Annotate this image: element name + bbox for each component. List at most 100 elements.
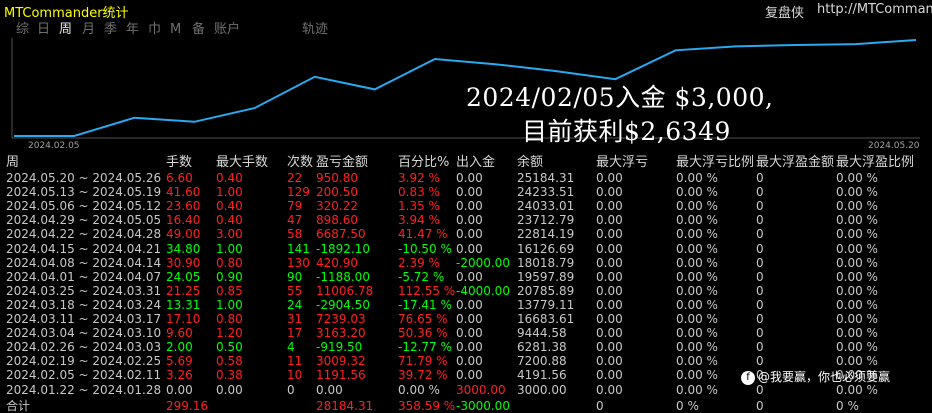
cell-max-float-loss: 0.00	[596, 326, 623, 341]
cell-max-float-profit: 0	[756, 213, 764, 228]
tab-symbol[interactable]: 巾	[148, 22, 161, 38]
cell-max-lots: 0.85	[216, 283, 243, 298]
tab-account[interactable]: 账户	[214, 22, 240, 38]
col-header-count[interactable]: 次数	[287, 155, 313, 171]
equity-line	[14, 39, 917, 137]
totals-row: 合计 299.16 28184.31 358.59 % -3000.00 0 0 % 0 0 %	[0, 399, 932, 413]
cell-max-float-profit-pct: 0.00 %	[836, 312, 878, 326]
cell-max-float-profit-pct: 0.00 %	[836, 269, 878, 284]
cell-count: 129	[287, 185, 310, 200]
cell-max-lots: 0.90	[216, 269, 243, 284]
tab-quarter[interactable]: 季	[104, 22, 117, 38]
cell-pnl: -1188.00	[316, 269, 370, 284]
cell-max-float-loss-pct: 0.00 %	[676, 297, 718, 312]
cell-count: 11	[287, 354, 303, 369]
cell-pnl: 1191.56	[316, 368, 366, 383]
table-row[interactable]: 2024.02.26 ~ 2024.03.03 2.00 0.50 4 -919.50 -…	[0, 340, 932, 354]
cell-max-float-loss-pct: 0.00 %	[676, 312, 718, 326]
cell-pnl: 898.60	[316, 213, 358, 228]
tab-week[interactable]: 周	[59, 22, 72, 38]
cell-balance: 7200.88	[517, 354, 567, 369]
cell-max-float-loss-pct: 0.00 %	[676, 241, 718, 256]
cell-balance: 20785.89	[517, 283, 575, 298]
cell-max-lots: 3.00	[216, 227, 243, 242]
cell-count: 22	[287, 171, 303, 185]
tab-year[interactable]: 年	[126, 22, 139, 38]
cell-flow: 0.00	[456, 185, 483, 200]
cell-balance: 3000.00	[517, 382, 567, 397]
col-header-max-float-loss-pct[interactable]: 最大浮亏比例	[676, 155, 754, 171]
cell-max-float-loss-pct: 0.00 %	[676, 283, 718, 298]
col-header-flow[interactable]: 出入金	[456, 155, 495, 171]
col-header-pnl[interactable]: 盈亏金额	[316, 155, 368, 171]
site-url-link[interactable]: http://MTCommands	[817, 2, 932, 17]
tab-day[interactable]: 日	[37, 22, 50, 38]
table-row[interactable]: 2024.04.22 ~ 2024.04.28 49.00 3.00 58 6687.5…	[0, 227, 932, 241]
cell-max-float-loss: 0.00	[596, 368, 623, 383]
cell-max-float-loss: 0.00	[596, 171, 623, 185]
cell-count: 130	[287, 255, 310, 270]
col-header-max-float-profit[interactable]: 最大浮盈金额	[756, 155, 834, 171]
table-row[interactable]: 2024.05.13 ~ 2024.05.19 41.60 1.00 129 200.5…	[0, 185, 932, 199]
cell-max-float-profit-pct: 0.00 %	[836, 354, 878, 369]
total-pct: 358.59 %	[398, 398, 456, 413]
cell-max-float-profit-pct: 0.00 %	[836, 185, 878, 200]
cell-count: 47	[287, 213, 303, 228]
cell-pnl: 3009.32	[316, 354, 366, 369]
cell-max-float-loss-pct: 0.00 %	[676, 227, 718, 242]
table-row[interactable]: 2024.05.06 ~ 2024.05.12 23.60 0.40 79 320.22…	[0, 199, 932, 213]
table-row[interactable]: 2024.04.01 ~ 2024.04.07 24.05 0.90 90 -1188.…	[0, 270, 932, 284]
cell-max-float-loss-pct: 0.00 %	[676, 199, 718, 214]
col-header-lots[interactable]: 手数	[166, 155, 192, 171]
col-header-week[interactable]: 周	[6, 155, 19, 171]
cell-flow: 0.00	[456, 312, 483, 326]
col-header-pct[interactable]: 百分比%	[398, 155, 449, 171]
cell-lots: 16.40	[166, 213, 201, 228]
cell-pnl: 320.22	[316, 199, 358, 214]
overlay-deposit-note: 2024/02/05入金 $3,000,	[466, 83, 774, 112]
x-tick-label-start: 2024.02.05	[28, 141, 80, 150]
table-row[interactable]: 2024.04.08 ~ 2024.04.14 30.90 0.80 130 420.9…	[0, 256, 932, 270]
table-row[interactable]: 2024.03.18 ~ 2024.03.24 13.31 1.00 24 -2904.…	[0, 298, 932, 312]
cell-pnl: 6687.50	[316, 227, 366, 242]
tab-track[interactable]: 轨迹	[302, 22, 328, 38]
table-row[interactable]: 2024.04.15 ~ 2024.04.21 34.80 1.00 141 -1892…	[0, 242, 932, 256]
cell-max-float-loss-pct: 0.00 %	[676, 368, 718, 383]
cell-max-float-loss: 0.00	[596, 312, 623, 326]
cell-balance: 4191.56	[517, 368, 567, 383]
cell-max-float-profit: 0	[756, 283, 764, 298]
cell-max-float-profit: 0	[756, 185, 764, 200]
cell-week: 2024.04.08 ~ 2024.04.14	[6, 255, 162, 270]
table-row[interactable]: 2024.03.25 ~ 2024.03.31 21.25 0.85 55 11006.…	[0, 284, 932, 298]
cell-count: 4	[287, 340, 295, 355]
cell-count: 55	[287, 283, 303, 298]
table-row[interactable]: 2024.04.29 ~ 2024.05.05 16.40 0.40 47 898.60…	[0, 213, 932, 227]
tab-magic[interactable]: M	[170, 22, 181, 38]
col-header-max-float-loss[interactable]: 最大浮亏	[596, 155, 648, 171]
cell-max-float-profit-pct: 0.00 %	[836, 340, 878, 355]
total-flow: -3000.00	[456, 398, 510, 413]
table-row[interactable]: 2024.03.04 ~ 2024.03.10 9.60 1.20 17 3163.20…	[0, 326, 932, 340]
cell-max-float-profit: 0	[756, 241, 764, 256]
tab-overall[interactable]: 综	[16, 22, 29, 38]
col-header-balance[interactable]: 余额	[517, 155, 543, 171]
cell-balance: 25184.31	[517, 171, 575, 185]
cell-max-float-profit: 0	[756, 312, 764, 326]
cell-lots: 6.60	[166, 171, 193, 185]
cell-max-float-profit: 0	[756, 297, 764, 312]
table-row[interactable]: 2024.05.20 ~ 2024.05.26 6.60 0.40 22 950.80 3…	[0, 171, 932, 185]
tab-notes[interactable]: 备	[192, 22, 205, 38]
cell-max-lots: 0.40	[216, 213, 243, 228]
cell-max-float-loss: 0.00	[596, 297, 623, 312]
col-header-max-float-profit-pct[interactable]: 最大浮盈比例	[836, 155, 914, 171]
cell-balance: 13779.11	[517, 297, 575, 312]
cell-week: 2024.02.26 ~ 2024.03.03	[6, 340, 162, 355]
tab-month[interactable]: 月	[82, 22, 95, 38]
table-row[interactable]: 2024.03.11 ~ 2024.03.17 17.10 0.80 31 7239.0…	[0, 312, 932, 326]
site-name[interactable]: 复盘侠	[765, 2, 804, 21]
table-row[interactable]: 2024.02.19 ~ 2024.02.25 5.69 0.58 11 3009.32…	[0, 354, 932, 368]
cell-week: 2024.04.29 ~ 2024.05.05	[6, 213, 162, 228]
cell-balance: 19597.89	[517, 269, 575, 284]
col-header-max-lots[interactable]: 最大手数	[216, 155, 268, 171]
cell-max-float-loss-pct: 0.00 %	[676, 340, 718, 355]
